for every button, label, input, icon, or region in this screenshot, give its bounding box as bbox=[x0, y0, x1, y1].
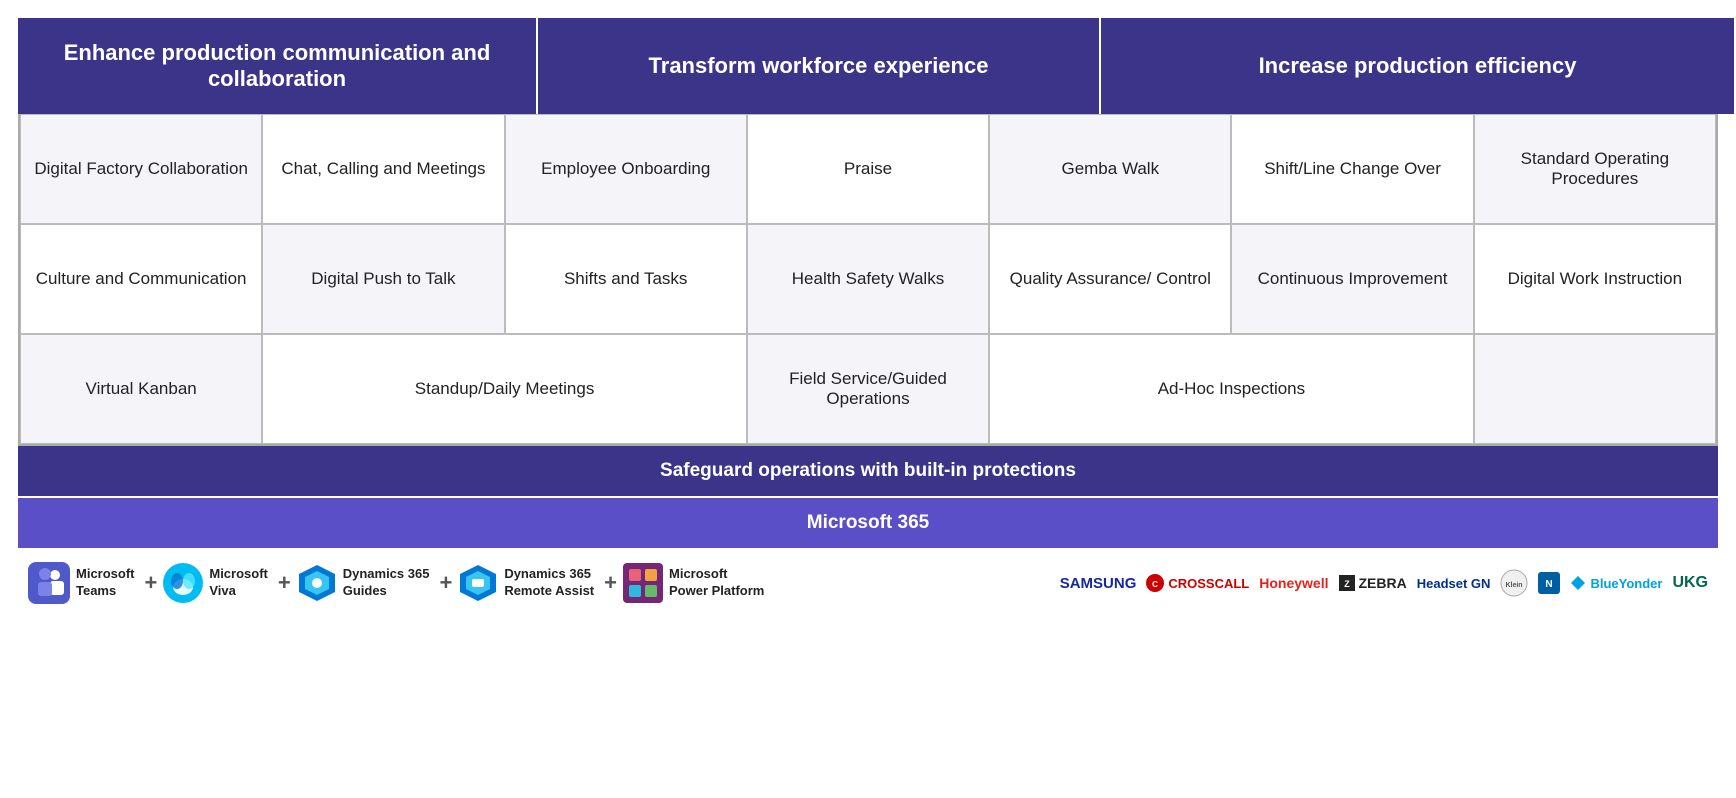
logo-dynamics-remote: Dynamics 365Remote Assist bbox=[458, 563, 594, 603]
plus-2: + bbox=[278, 570, 291, 596]
plus-3: + bbox=[439, 570, 452, 596]
brand-gn: Headset GN bbox=[1417, 576, 1491, 591]
brand-samsung: SAMSUNG bbox=[1060, 575, 1137, 592]
cell-digital-factory: Digital Factory Collaboration bbox=[20, 114, 262, 224]
dynamics-remote-icon bbox=[458, 563, 498, 603]
brand-klein: Klein bbox=[1500, 569, 1528, 597]
cell-standup: Standup/Daily Meetings bbox=[262, 334, 747, 444]
banner-row: Safeguard operations with built-in prote… bbox=[18, 446, 1718, 548]
cell-gemba-walk: Gemba Walk bbox=[989, 114, 1231, 224]
teams-label: MicrosoftTeams bbox=[76, 566, 135, 600]
cell-digital-work: Digital Work Instruction bbox=[1474, 224, 1716, 334]
power-platform-icon bbox=[623, 563, 663, 603]
dynamics-remote-label: Dynamics 365Remote Assist bbox=[504, 566, 594, 600]
partner-brands: SAMSUNG C CROSSCALL Honeywell Z ZEBRA He… bbox=[1060, 569, 1708, 597]
cell-culture-comm: Culture and Communication bbox=[20, 224, 262, 334]
teams-icon bbox=[28, 562, 70, 604]
cell-field-service: Ad-Hoc Inspections bbox=[989, 334, 1474, 444]
logo-dynamics-guides: Dynamics 365Guides bbox=[297, 563, 430, 603]
brand-honeywell: Honeywell bbox=[1259, 575, 1328, 591]
dynamics-guides-icon bbox=[297, 563, 337, 603]
header-row: Enhance production communication and col… bbox=[18, 18, 1718, 114]
cell-shift-line: Shift/Line Change Over bbox=[1231, 114, 1473, 224]
cell-adhoc bbox=[1474, 334, 1716, 444]
logo-power-platform: MicrosoftPower Platform bbox=[623, 563, 764, 603]
brand-ukg: UKG bbox=[1672, 574, 1708, 592]
svg-text:C: C bbox=[1152, 580, 1158, 589]
cell-praise: Praise bbox=[747, 114, 989, 224]
safeguard-banner: Safeguard operations with built-in prote… bbox=[18, 446, 1718, 496]
cell-shifts-tasks: Shifts and Tasks bbox=[505, 224, 747, 334]
plus-1: + bbox=[145, 570, 158, 596]
power-platform-label: MicrosoftPower Platform bbox=[669, 566, 764, 600]
capability-grid: Digital Factory Collaboration Chat, Call… bbox=[18, 114, 1718, 446]
brand-blueyonder: BlueYonder bbox=[1570, 575, 1662, 591]
cell-digital-push: Digital Push to Talk bbox=[262, 224, 504, 334]
cell-virtual-kanban: Virtual Kanban bbox=[20, 334, 262, 444]
cell-continuous-improvement: Continuous Improvement bbox=[1231, 224, 1473, 334]
svg-text:N: N bbox=[1546, 579, 1553, 590]
header-col3: Increase production efficiency bbox=[1101, 18, 1734, 114]
dynamics-guides-label: Dynamics 365Guides bbox=[343, 566, 430, 600]
cell-quality-assurance: Quality Assurance/ Control bbox=[989, 224, 1231, 334]
header-col2: Transform workforce experience bbox=[538, 18, 1101, 114]
svg-text:Klein: Klein bbox=[1506, 582, 1523, 589]
m365-banner: Microsoft 365 bbox=[18, 498, 1718, 548]
logo-viva: MicrosoftViva bbox=[163, 563, 268, 603]
header-col1: Enhance production communication and col… bbox=[18, 18, 538, 114]
cell-on-the-job: Field Service/Guided Operations bbox=[747, 334, 989, 444]
cell-health-safety: Health Safety Walks bbox=[747, 224, 989, 334]
viva-icon bbox=[163, 563, 203, 603]
plus-4: + bbox=[604, 570, 617, 596]
logo-teams: MicrosoftTeams bbox=[28, 562, 135, 604]
brand-crosscall: C CROSSCALL bbox=[1146, 574, 1249, 592]
cell-chat-calling: Chat, Calling and Meetings bbox=[262, 114, 504, 224]
brand-zebra: Z ZEBRA bbox=[1339, 575, 1407, 591]
cell-employee-onboarding: Employee Onboarding bbox=[505, 114, 747, 224]
logos-row: MicrosoftTeams + MicrosoftViva + bbox=[18, 548, 1718, 618]
cell-standard-ops: Standard Operating Procedures bbox=[1474, 114, 1716, 224]
brand-nuance: N bbox=[1538, 572, 1560, 594]
viva-label: MicrosoftViva bbox=[209, 566, 268, 600]
svg-text:Z: Z bbox=[1344, 579, 1350, 589]
main-container: Enhance production communication and col… bbox=[0, 0, 1736, 618]
